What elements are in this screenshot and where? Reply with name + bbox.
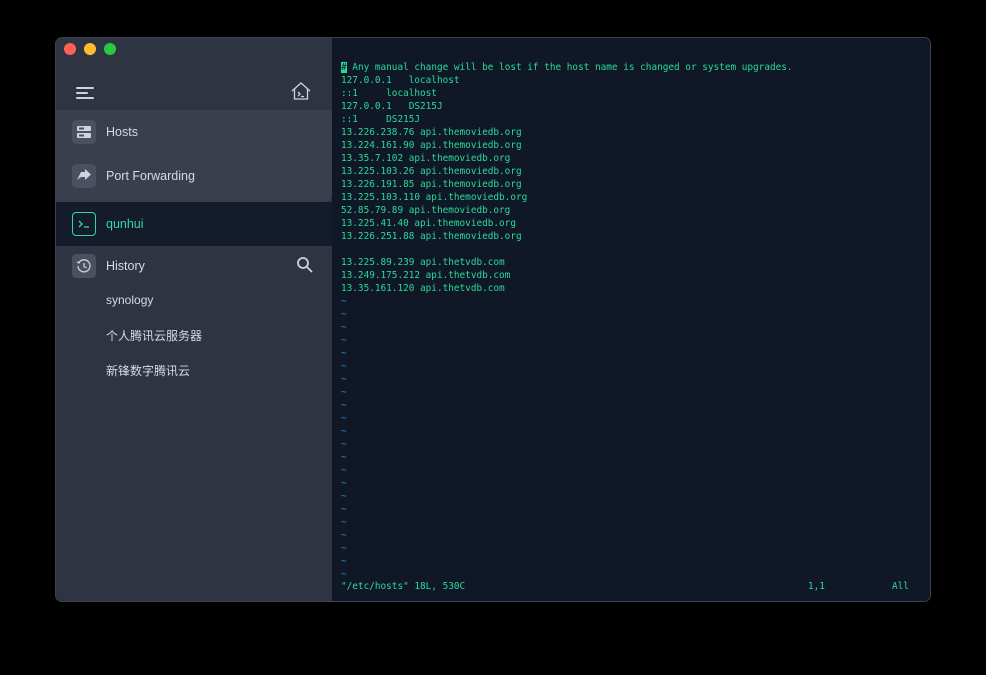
menu-icon[interactable] (76, 85, 96, 101)
terminal-line: 13.249.175.212 api.thetvdb.com (341, 270, 511, 281)
history-item[interactable]: 新锋数字腾讯云 (106, 362, 190, 379)
history-header[interactable]: History (56, 246, 332, 286)
search-icon[interactable] (296, 256, 314, 274)
nav-group: Hosts Port Forwarding (56, 110, 332, 202)
close-window-button[interactable] (64, 43, 76, 55)
terminal-line: 13.225.41.40 api.themoviedb.org (341, 218, 516, 229)
terminal-line: 13.225.89.239 api.thetvdb.com (341, 257, 505, 268)
empty-line-tilde: ~ (341, 478, 347, 489)
forward-arrow-icon (72, 164, 96, 188)
minimize-window-button[interactable] (84, 43, 96, 55)
sidebar-item-port-forwarding[interactable]: Port Forwarding (56, 154, 332, 198)
empty-line-tilde: ~ (341, 335, 347, 346)
terminal-line: 13.35.161.120 api.thetvdb.com (341, 283, 505, 294)
empty-line-tilde: ~ (341, 517, 347, 528)
empty-line-tilde: ~ (341, 361, 347, 372)
terminal-prompt-icon (72, 212, 96, 236)
empty-line-tilde: ~ (341, 465, 347, 476)
terminal-line: 13.226.238.76 api.themoviedb.org (341, 127, 522, 138)
empty-line-tilde: ~ (341, 309, 347, 320)
empty-line-tilde: ~ (341, 543, 347, 554)
home-icon[interactable] (290, 81, 314, 103)
terminal-line: 52.85.79.89 api.themoviedb.org (341, 205, 511, 216)
sidebar-item-label: Hosts (106, 125, 138, 139)
empty-line-tilde: ~ (341, 400, 347, 411)
terminal-line: 127.0.0.1 localhost (341, 75, 460, 86)
empty-line-tilde: ~ (341, 296, 347, 307)
terminal-line: ::1 DS215J (341, 114, 421, 125)
empty-line-tilde: ~ (341, 374, 347, 385)
history-section: History synology 个人腾讯云服务器 新锋数字腾讯云 (56, 246, 332, 601)
terminal-line: 13.225.103.26 api.themoviedb.org (341, 166, 522, 177)
empty-line-tilde: ~ (341, 439, 347, 450)
maximize-window-button[interactable] (104, 43, 116, 55)
empty-line-tilde: ~ (341, 322, 347, 333)
server-icon (72, 120, 96, 144)
empty-line-tilde: ~ (341, 504, 347, 515)
empty-line-tilde: ~ (341, 556, 347, 567)
empty-line-tilde: ~ (341, 530, 347, 541)
vim-scroll-status: All (892, 581, 909, 592)
sidebar-item-active-session[interactable]: qunhui (56, 202, 332, 246)
history-label: History (106, 259, 145, 273)
sidebar-item-label: Port Forwarding (106, 169, 195, 183)
terminal-pane[interactable]: # Any manual change will be lost if the … (332, 38, 930, 601)
session-label: qunhui (106, 217, 144, 231)
history-item[interactable]: synology (106, 293, 153, 307)
empty-line-tilde: ~ (341, 387, 347, 398)
terminal-line: 13.226.191.85 api.themoviedb.org (341, 179, 522, 190)
vim-cursor-position: 1,1 (808, 581, 825, 592)
history-item[interactable]: 个人腾讯云服务器 (106, 327, 202, 344)
empty-line-tilde: ~ (341, 348, 347, 359)
window-controls (64, 43, 116, 55)
empty-line-tilde: ~ (341, 426, 347, 437)
terminal-line: 13.225.103.110 api.themoviedb.org (341, 192, 528, 203)
terminal-line: 13.224.161.90 api.themoviedb.org (341, 140, 522, 151)
empty-line-tilde: ~ (341, 413, 347, 424)
sidebar-item-hosts[interactable]: Hosts (56, 110, 332, 154)
sidebar: Hosts Port Forwarding qunhui History syn… (56, 38, 332, 601)
history-clock-icon (72, 254, 96, 278)
terminal-line: ::1 localhost (341, 88, 437, 99)
terminal-line: 13.226.251.88 api.themoviedb.org (341, 231, 522, 242)
terminal-line-text: Any manual change will be lost if the ho… (346, 62, 793, 73)
terminal-line: # Any manual change will be lost if the … (341, 61, 793, 74)
terminal-line: 13.35.7.102 api.themoviedb.org (341, 153, 511, 164)
empty-line-tilde: ~ (341, 452, 347, 463)
empty-line-tilde: ~ (341, 491, 347, 502)
terminal-line: 127.0.0.1 DS215J (341, 101, 443, 112)
vim-file-status: "/etc/hosts" 18L, 530C (341, 581, 466, 592)
app-window: Hosts Port Forwarding qunhui History syn… (56, 38, 930, 601)
